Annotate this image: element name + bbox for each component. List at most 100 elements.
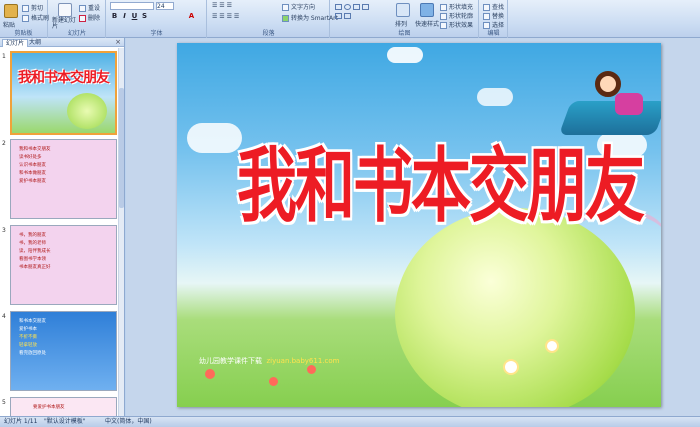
text-direction-button[interactable]: 文字方向 [282,2,315,11]
thumbnail-line: 爱护书本朋友 [19,179,46,184]
new-slide-icon[interactable] [58,3,72,17]
thumbnail-line: 看完放回原处 [19,351,46,356]
credit-url[interactable]: ziyuan.baby611.com [266,357,339,365]
slide-thumbnail-1[interactable]: 我和书本交朋友 [10,51,117,135]
tab-slides[interactable]: 幻灯片 [2,39,29,47]
shape-fill-button[interactable]: 形状填充 [440,2,473,11]
flower-graphic [505,361,517,373]
line-shape-icon[interactable] [335,13,342,19]
slide-canvas: 我和书本交朋友 幼儿园教学课件下载 ziyuan.baby611.com [126,38,700,416]
font-group: 24 B I U S A 字体 [107,0,207,38]
align-center-icon[interactable]: ☰ ☰ ☰ ☰ [212,13,239,20]
editing-group: 查找 替换 选择 编辑 [480,0,508,38]
slide-number: 5 [2,399,6,406]
tab-outline[interactable]: 大纲 [26,39,44,47]
bold-button[interactable]: B [110,12,119,21]
quick-styles-icon[interactable] [420,3,434,17]
slide-number: 4 [2,313,6,320]
slide-current[interactable]: 我和书本交朋友 幼儿园教学课件下载 ziyuan.baby611.com [177,43,661,407]
slide-thumbnail-4[interactable]: 和书本交朋友 爱护书本 不折不撕 轻拿轻放 看完放回原处 [10,311,117,391]
arrange-icon[interactable] [396,3,410,17]
font-size-combo[interactable]: 24 [156,2,174,10]
thumbnail-line: 轻拿轻放 [19,343,37,348]
flower-graphic [205,369,215,379]
star-shape-icon[interactable] [344,13,351,19]
status-bar: 幻灯片 1/11 "默认设计模板" 中文(简体，中国) [0,416,700,427]
thumbnail-line: 爱护书本 [19,327,37,332]
thumbnail-line: 书，我的老师 [19,241,46,246]
delete-button[interactable]: 删除 [79,13,100,22]
underline-button[interactable]: U [130,12,139,21]
brush-icon [22,15,29,22]
slide-title[interactable]: 我和书本交朋友 [237,121,645,238]
outline-icon [440,13,447,20]
arrow-shape-icon[interactable] [362,4,369,10]
paste-icon[interactable] [4,4,18,18]
slide-number: 1 [2,53,6,60]
cut-button[interactable]: 剪切 [22,3,43,12]
flower-graphic [269,377,278,386]
thumbnail-line: 书，我的朋友 [19,233,46,238]
thumbnail-line: 认识书本朋友 [19,163,46,168]
thumbnail-line: 读，陪伴我成长 [19,249,51,254]
find-button[interactable]: 查找 [483,2,504,11]
slides-pane: 幻灯片 大纲 × 1 我和书本交朋友 2 我和书本交朋友 读书好处多 认识书本朋… [0,38,125,416]
delete-icon [79,15,86,22]
scrollbar-thumb[interactable] [119,88,124,208]
font-name-combo[interactable] [110,2,154,10]
italic-button[interactable]: I [120,12,129,21]
oval-shape-icon[interactable] [344,4,351,10]
scissors-icon [22,5,29,12]
font-color-button[interactable]: A [187,12,196,21]
editing-group-label: 编辑 [487,30,500,37]
flower-graphic [547,341,557,351]
shape-outline-button[interactable]: 形状轮廓 [440,11,473,20]
thumbnail-line: 看图书学本领 [19,257,46,262]
close-icon[interactable]: × [115,38,121,46]
align-left-icon[interactable]: ☰ ☰ ☰ [212,2,232,9]
pane-tabs: 幻灯片 大纲 × [0,38,124,47]
format-painter-button[interactable]: 格式刷 [22,13,49,22]
cloud-graphic [477,88,513,106]
slides-group: 新建幻灯片 重设 删除 幻灯片 [49,0,106,38]
binoculars-icon [483,4,490,11]
pane-scrollbar[interactable] [118,48,124,416]
rectangle-shape-icon[interactable] [335,4,342,10]
shadow-button[interactable]: S [140,12,149,21]
reset-icon [79,5,86,12]
reset-button[interactable]: 重设 [79,3,100,12]
slide-thumbnail-3[interactable]: 书，我的朋友 书，我的老师 读，陪伴我成长 看图书学本领 书本朋友真正好 [10,225,117,305]
text-direction-icon [282,4,289,11]
drawing-group: 排列 快速样式 形状填充 形状轮廓 形状效果 绘图 [331,0,479,38]
cloud-graphic [387,47,423,63]
replace-icon [483,13,490,20]
quick-styles-button[interactable]: 快速样式 [415,19,439,28]
cloud-graphic [187,123,242,153]
fill-icon [440,4,447,11]
girl-body-graphic [615,93,643,115]
slide-number: 3 [2,227,6,234]
slide-thumbnail-5[interactable]: 要爱护书本朋友 [10,397,117,416]
slide-number: 2 [2,140,6,147]
clipboard-group: 粘贴 剪切 格式刷 剪贴板 [0,0,49,38]
thumbnail-line: 要爱护书本朋友 [33,405,65,410]
thumbnail-line: 不折不撕 [19,335,37,340]
slides-group-label: 幻灯片 [67,30,86,37]
thumbnail-title: 我和书本交朋友 [18,70,110,86]
triangle-shape-icon[interactable] [353,4,360,10]
apple-graphic [67,93,107,129]
thumbnail-line: 和书本做朋友 [19,171,46,176]
drawing-group-label: 绘图 [398,30,411,37]
status-theme: "默认设计模板" [44,418,86,425]
slide-thumbnail-2[interactable]: 我和书本交朋友 读书好处多 认识书本朋友 和书本做朋友 爱护书本朋友 [10,139,117,219]
thumbnail-line: 书本朋友真正好 [19,265,51,270]
arrange-button[interactable]: 排列 [395,19,407,28]
status-language: 中文(简体，中国) [105,418,152,425]
paragraph-group-label: 段落 [262,30,275,37]
status-slide-info: 幻灯片 1/11 [4,418,38,425]
thumbnail-line: 读书好处多 [19,155,42,160]
credit-text: 幼儿园教学课件下载 ziyuan.baby611.com [199,357,340,365]
smartart-button[interactable]: 转换为 SmartArt [282,13,338,22]
font-group-label: 字体 [150,30,163,37]
replace-button[interactable]: 替换 [483,11,504,20]
